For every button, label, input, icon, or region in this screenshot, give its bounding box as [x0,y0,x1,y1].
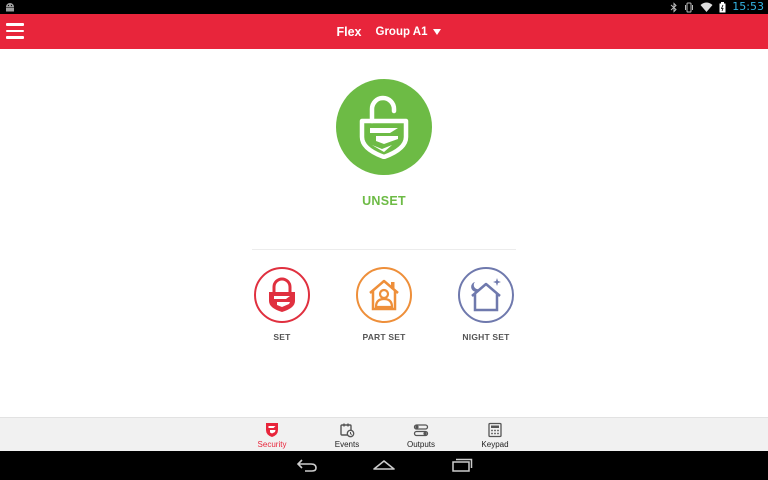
keypad-icon [488,422,502,438]
security-panel: UNSET SET PART SET NIGHT SET [0,49,768,417]
android-icon [6,3,14,12]
night-set-label: NIGHT SET [462,332,510,342]
nav-events[interactable]: Events [317,422,377,449]
bottom-nav: Security Events Outputs Keypad [0,417,768,451]
app-title: Flex [336,24,362,39]
app-header: Flex Group A1 [0,14,768,49]
part-set-label: PART SET [362,332,406,342]
nav-outputs-label: Outputs [406,440,435,449]
padlock-icon [269,277,295,312]
unlocked-padlock-shield-icon [359,95,409,159]
shield-icon [266,423,278,437]
battery-icon [719,1,726,12]
back-icon[interactable] [296,458,318,472]
vibrate-icon [685,2,694,12]
recents-icon[interactable] [451,458,473,472]
part-set-button[interactable]: PART SET [344,267,424,342]
group-selector-label: Group A1 [375,25,428,38]
nav-outputs[interactable]: Outputs [391,422,451,449]
set-button[interactable]: SET [242,267,322,342]
header-center: Flex Group A1 [0,14,768,49]
set-ring [254,267,310,323]
nav-security[interactable]: Security [242,422,302,449]
nav-keypad-label: Keypad [481,440,509,449]
system-nav-bar [0,451,768,480]
status-label: UNSET [362,194,406,208]
set-label: SET [273,332,291,342]
bluetooth-icon [670,1,678,13]
section-divider [252,249,516,250]
home-icon[interactable] [372,458,396,472]
house-person-icon [369,279,399,311]
status-bar: 15:53 [0,0,768,14]
group-selector-dropdown[interactable]: Group A1 [376,26,442,38]
nav-keypad[interactable]: Keypad [465,422,525,449]
nav-security-label: Security [257,440,287,449]
part-set-ring [356,267,412,323]
night-set-button[interactable]: NIGHT SET [446,267,526,342]
unset-status-indicator [336,79,432,175]
status-clock: 15:53 [732,0,764,13]
night-set-ring [458,267,514,323]
events-calendar-icon [340,423,355,438]
house-moon-icon [471,278,501,312]
caret-down-icon [433,28,442,35]
toggles-icon [413,424,429,437]
wifi-icon [700,2,713,12]
nav-events-label: Events [334,440,360,449]
